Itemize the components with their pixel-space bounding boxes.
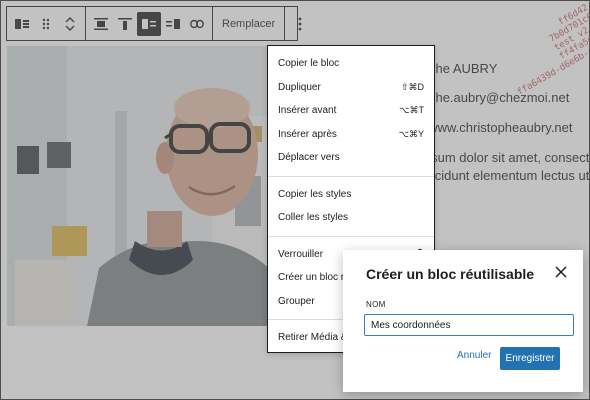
menu-item-shortcut: ⌥⌘Y <box>398 128 424 139</box>
menu-group: Copier le bloc Dupliquer ⇧⌘D Insérer ava… <box>268 46 434 177</box>
menu-item-label: Dupliquer <box>278 81 321 93</box>
menu-item-insert-after[interactable]: Insérer après ⌥⌘Y <box>268 123 434 147</box>
close-icon[interactable] <box>553 264 569 280</box>
menu-item-shortcut: ⌥⌘T <box>399 105 424 116</box>
menu-item-paste-styles[interactable]: Coller les styles <box>268 206 434 230</box>
create-reusable-block-dialog: Créer un bloc réutilisable NOM Annuler E… <box>343 250 583 392</box>
menu-item-shortcut: ⇧⌘D <box>400 81 424 92</box>
menu-item-move-to[interactable]: Déplacer vers <box>268 146 434 170</box>
name-field[interactable] <box>364 314 574 336</box>
menu-item-label: Grouper <box>278 295 315 307</box>
menu-item-label: Insérer après <box>278 128 337 140</box>
cancel-button[interactable]: Annuler <box>457 350 491 361</box>
menu-item-copy-block[interactable]: Copier le bloc <box>268 52 434 76</box>
menu-item-insert-before[interactable]: Insérer avant ⌥⌘T <box>268 99 434 123</box>
menu-item-duplicate[interactable]: Dupliquer ⇧⌘D <box>268 76 434 100</box>
menu-item-label: Verrouiller <box>278 248 324 260</box>
menu-group: Copier les styles Coller les styles <box>268 177 434 237</box>
menu-item-label: Insérer avant <box>278 105 337 117</box>
save-button[interactable]: Enregistrer <box>500 347 560 370</box>
menu-item-label: Déplacer vers <box>278 152 340 164</box>
menu-item-label: Copier le bloc <box>278 58 340 70</box>
name-field-label: NOM <box>366 300 386 309</box>
menu-item-copy-styles[interactable]: Copier les styles <box>268 183 434 207</box>
dialog-title: Créer un bloc réutilisable <box>366 266 535 282</box>
menu-item-label: Coller les styles <box>278 212 349 224</box>
menu-item-label: Copier les styles <box>278 188 352 200</box>
